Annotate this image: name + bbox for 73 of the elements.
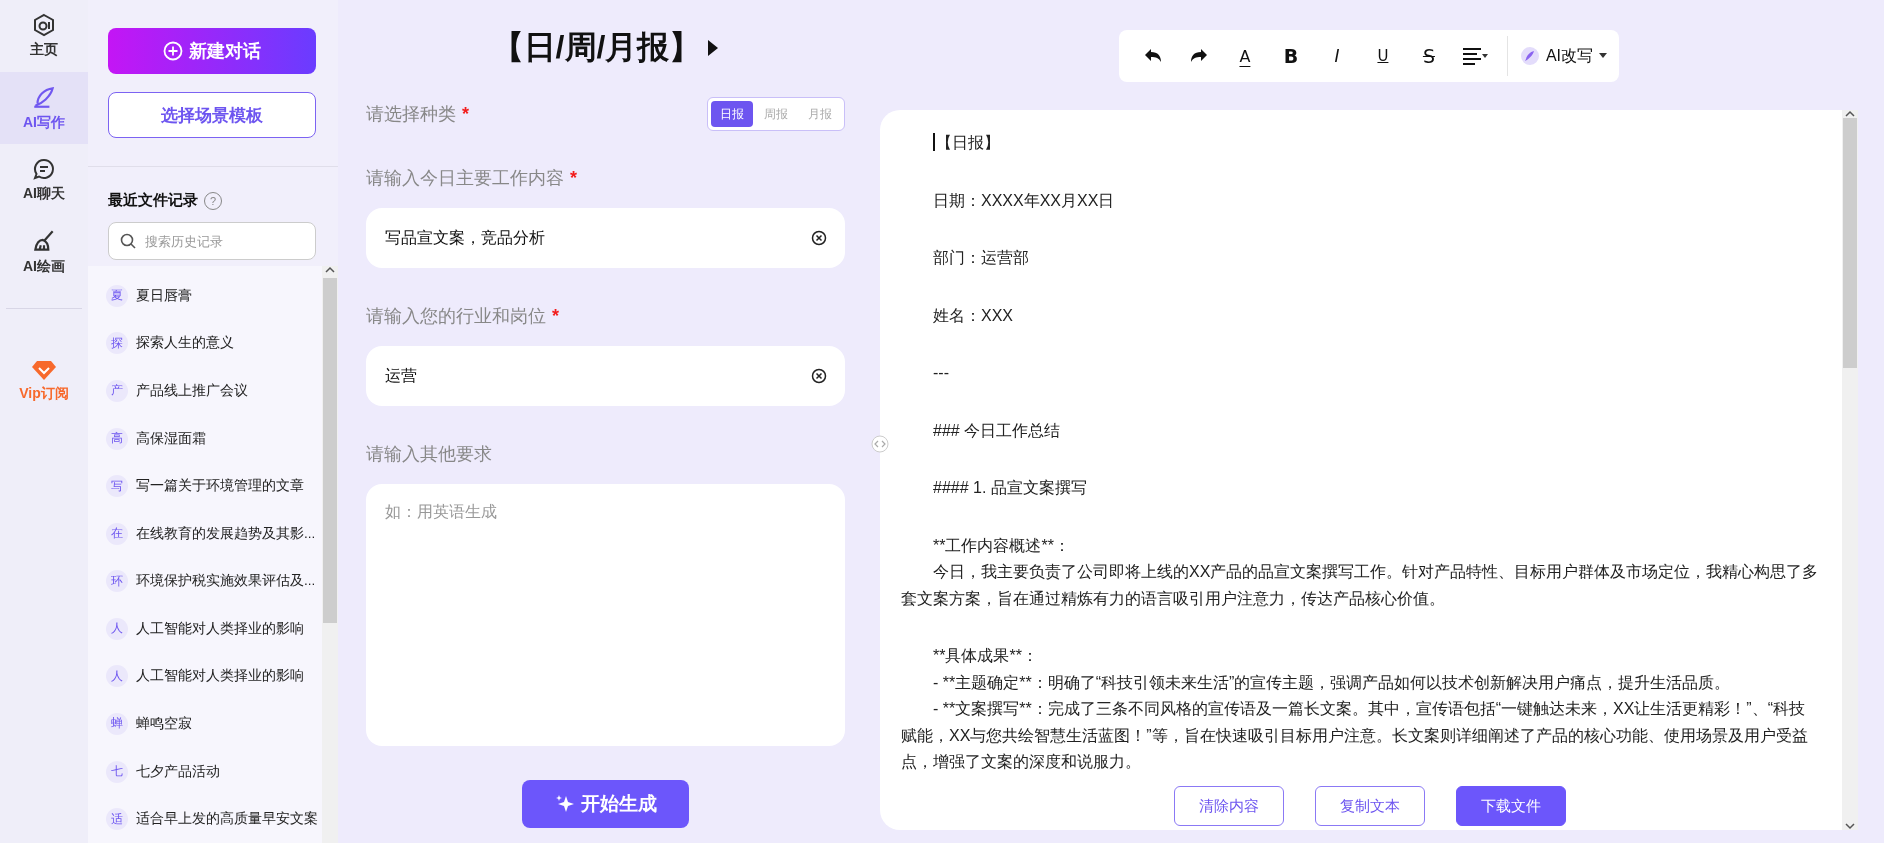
history-item[interactable]: 七 七夕产品活动 [88,747,322,796]
document-line: --- [932,363,950,383]
search-icon [120,233,136,249]
history-item[interactable]: 适 适合早上发的高质量早安文案 [88,795,322,843]
nav-item[interactable]: AI写作 [0,72,88,144]
feather-pen-icon [31,84,57,110]
document-line: 姓名：XXX [932,305,1014,326]
input-field[interactable]: 运营 [366,346,845,406]
history-item[interactable]: 探 探索人生的意义 [88,319,322,368]
document-line: - **文案撰写**：完成了三条不同风格的宣传语及一篇长文案。其中，宣传语包括“一键触达未来，XX让生活更精彩！”、“科技赋能，XX与您共绘智慧生活蓝图！”等，旨在快速吸引目标用户注意。长文案则详细阐述了产品的核心功能、使用场景及用户受益点，增强了文案的深度和说服力。 [901,699,1809,772]
format-button[interactable]: U [1360,38,1405,74]
page-title: 【日/周/月报】 [491,28,702,67]
logo-icon [32,13,56,37]
input-field[interactable]: 写品宣文案，竞品分析 [366,208,845,268]
chat-icon [32,157,56,181]
clear-icon[interactable] [811,368,827,384]
scroll-down-icon[interactable] [1845,822,1855,830]
format-button[interactable]: S [1406,38,1451,74]
history-item[interactable]: 环 环境保护税实施效果评估及... [88,557,322,606]
document-line: #### 1. 品宣文案撰写 [932,478,1088,498]
search-field[interactable]: 搜索历史记录 [108,222,316,260]
ai-rewrite-button[interactable]: AI改写 [1517,38,1610,74]
caret-icon[interactable] [707,39,720,57]
segment-tab[interactable]: 日报 [711,101,753,127]
sparkle-icon [554,794,575,814]
history-item[interactable]: 在 在线教育的发展趋势及其影... [88,509,322,558]
scrollbar[interactable] [1842,110,1858,830]
nav-item[interactable]: 主页 [0,0,88,72]
history-item[interactable]: 写 写一篇关于环境管理的文章 [88,462,322,510]
scroll-up-icon[interactable] [325,266,335,274]
action-button[interactable]: 复制文本 [1315,786,1425,826]
caret-down-icon [1599,53,1608,59]
document-line: 今日，我主要负责了公司即将上线的XX产品的品宣文案撰写工作。针对产品特性、目标用户群体及市场定位，我精心构思了多套文案方案，旨在通过精炼有力的语言吸引用户注意力，传达产品核心价值。 [901,562,1820,609]
requirements-field[interactable]: 如：用英语生成 [366,484,845,746]
document-line: 日期：XXXX年XX月XX日 [932,190,1116,211]
history-item[interactable]: 人 人工智能对人类择业的影响 [88,605,322,653]
document-line: ### 今日工作总结 [932,420,1062,441]
required-mark: * [552,306,559,326]
feather-icon [1519,46,1540,66]
template-button[interactable]: 选择场景模板 [108,92,316,138]
document-line: - **主题确定**：明确了“科技引领未来生活”的宣传主题，强调产品如何以技术创新解决用户痛点，提升生活品质。 [932,672,1732,693]
format-button[interactable]: I [1314,38,1359,74]
history-item[interactable]: 人 人工智能对人类择业的影响 [88,652,322,701]
required-mark: * [462,104,469,124]
field-label: 请输入您的行业和岗位 [366,306,546,326]
document-line: **具体成果**： [932,646,1039,666]
format-button[interactable]: A [1222,38,1267,74]
history-item[interactable]: 高 高保湿面霜 [88,414,322,463]
align-left-icon [1461,47,1488,65]
history-item[interactable]: 产 产品线上推广会议 [88,367,322,415]
field-label: 请输入其他要求 [366,444,492,464]
history-item[interactable]: 蝉 蝉鸣空寂 [88,700,322,748]
scrollbar[interactable] [322,266,338,843]
action-button[interactable]: 清除内容 [1174,786,1284,826]
document-line: **工作内容概述**： [932,535,1071,556]
history-item[interactable]: 夏 夏日唇膏 [88,272,322,320]
new-chat-button[interactable]: 新建对话 [108,28,316,74]
action-button[interactable]: 下载文件 [1456,786,1566,826]
document-line: 【日报】 [932,132,1001,153]
plus-icon [163,41,183,61]
field-label: 请选择种类 [366,104,456,124]
format-button[interactable]: B [1268,38,1313,74]
clear-icon[interactable] [811,230,827,246]
resize-handle[interactable] [871,435,889,453]
section-title: 最近文件记录 [108,191,198,210]
diamond-icon [32,359,56,381]
nav-item[interactable]: AI绘画 [0,216,88,288]
generate-button[interactable]: 开始生成 [522,780,689,828]
document-line: 部门：运营部 [932,248,1030,268]
required-mark: * [570,168,577,188]
field-label: 请输入今日主要工作内容 [366,168,564,188]
nav-item[interactable]: AI聊天 [0,144,88,216]
scroll-up-icon[interactable] [1845,110,1855,118]
